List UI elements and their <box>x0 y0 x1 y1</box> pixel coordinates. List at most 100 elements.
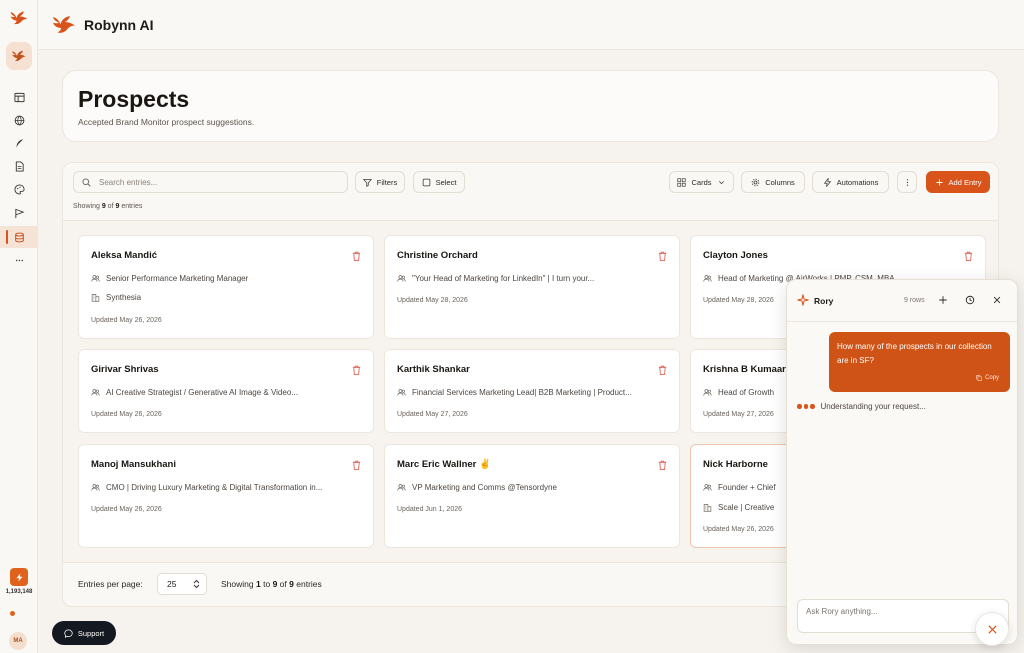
showing-total: 9 <box>115 203 120 210</box>
people-icon <box>91 389 100 396</box>
prospect-updated: Updated May 26, 2026 <box>91 317 162 324</box>
entries-per-page-select[interactable]: 25 <box>157 573 207 595</box>
automations-button[interactable]: Automations <box>812 171 889 193</box>
search-box[interactable] <box>73 171 348 193</box>
user-message-text: How many of the prospects in our collect… <box>837 342 992 365</box>
search-icon <box>82 177 91 187</box>
prospect-title: "Your Head of Marketing for LinkedIn" | … <box>412 274 595 283</box>
building-icon <box>703 504 712 512</box>
nav-globe[interactable] <box>0 109 38 131</box>
credits-button[interactable] <box>10 568 28 586</box>
select-label: Select <box>435 177 457 187</box>
prospect-card[interactable]: Marc Eric Wallner ✌️ VP Marketing and Co… <box>384 444 680 548</box>
credits-count: 1,193,148 <box>5 589 33 595</box>
select-button[interactable]: Select <box>413 171 465 193</box>
prospect-updated: Updated May 27, 2026 <box>397 411 468 418</box>
loading-dots-icon <box>797 404 815 409</box>
view-label: Cards <box>691 177 712 187</box>
vertical-dots-icon <box>906 178 908 186</box>
pagination-range: Showing 1 to 9 of 9 entries <box>221 579 322 589</box>
new-chat-button[interactable] <box>936 293 950 307</box>
assistant-status: Understanding your request... <box>797 402 926 411</box>
prospect-card[interactable]: Christine Orchard "Your Head of Marketin… <box>384 235 680 339</box>
prospect-updated: Updated Jun 1, 2026 <box>397 506 462 513</box>
updown-chevron-icon <box>193 579 200 589</box>
chat-header: Rory 9 rows <box>787 280 1017 322</box>
user-message-bubble: How many of the prospects in our collect… <box>829 332 1010 392</box>
chat-bubble-icon <box>64 629 73 638</box>
filter-icon <box>362 178 372 187</box>
prospect-card[interactable]: Aleksa Mandić Senior Performance Marketi… <box>78 235 374 339</box>
page-subtitle: Accepted Brand Monitor prospect suggesti… <box>78 117 255 127</box>
prospect-title: AI Creative Strategist / Generative AI I… <box>106 388 298 397</box>
people-icon <box>703 275 712 282</box>
prospect-updated: Updated May 27, 2026 <box>703 411 774 418</box>
prospect-updated: Updated May 28, 2026 <box>703 297 774 304</box>
more-icon <box>15 259 23 261</box>
workspace-avatar[interactable] <box>6 42 32 70</box>
nav-flag[interactable] <box>0 202 38 224</box>
prospect-title-row: Senior Performance Marketing Manager <box>91 274 361 283</box>
clock-icon <box>965 295 975 305</box>
columns-button[interactable]: Columns <box>741 171 805 193</box>
prospect-name: Marc Eric Wallner ✌️ <box>397 459 491 470</box>
chat-input[interactable] <box>806 607 976 625</box>
prospect-name: Girivar Shrivas <box>91 364 159 375</box>
support-button[interactable]: Support <box>52 621 116 645</box>
per-page-value: 25 <box>167 579 177 589</box>
showing-suffix: entries <box>121 203 143 210</box>
prospect-card[interactable]: Karthik Shankar Financial Services Marke… <box>384 349 680 433</box>
entries-toolbar: Filters Select Cards Columns Automations… <box>63 163 998 221</box>
copy-message-button[interactable]: Copy <box>976 371 999 385</box>
trash-icon[interactable] <box>964 251 973 261</box>
showing-of: of <box>107 203 114 210</box>
people-icon <box>91 275 100 282</box>
notification-dot <box>10 611 15 616</box>
prospect-company: Scale | Creative <box>718 503 775 512</box>
bolt-icon <box>823 177 831 187</box>
plus-icon <box>939 296 947 304</box>
prospect-title: Senior Performance Marketing Manager <box>106 274 249 283</box>
nav-more[interactable] <box>0 249 38 271</box>
user-avatar[interactable]: MA <box>9 632 27 650</box>
nav-document[interactable] <box>0 155 38 177</box>
history-button[interactable] <box>963 293 977 307</box>
nav-database[interactable] <box>0 226 38 248</box>
rory-chat-panel: Rory 9 rows How many of the prospects in… <box>786 279 1018 645</box>
nav-palette[interactable] <box>0 178 38 200</box>
view-switcher[interactable]: Cards <box>669 171 734 193</box>
trash-icon[interactable] <box>352 365 361 375</box>
trash-icon[interactable] <box>658 251 667 261</box>
robynn-logo-icon[interactable] <box>9 8 29 28</box>
prospect-name: Manoj Mansukhani <box>91 459 176 470</box>
more-options-button[interactable] <box>897 171 917 193</box>
gear-icon <box>751 178 760 186</box>
range-end: 9 <box>272 579 278 589</box>
showing-prefix: Showing <box>73 203 100 210</box>
prospect-card[interactable]: Manoj Mansukhani CMO | Driving Luxury Ma… <box>78 444 374 548</box>
people-icon <box>397 275 406 282</box>
nav-feather[interactable] <box>0 132 38 154</box>
brand-name: Robynn AI <box>84 17 154 33</box>
feather-icon <box>15 138 23 148</box>
trash-icon[interactable] <box>658 460 667 470</box>
columns-label: Columns <box>765 177 795 187</box>
search-input[interactable] <box>99 177 329 187</box>
add-entry-button[interactable]: Add Entry <box>926 171 990 193</box>
close-chat-button[interactable] <box>990 293 1004 307</box>
flag-icon <box>14 208 24 218</box>
prospect-title: VP Marketing and Comms @Tensordyne <box>412 483 557 492</box>
close-chat-fab[interactable] <box>975 612 1009 646</box>
trash-icon[interactable] <box>658 365 667 375</box>
prospect-card[interactable]: Girivar Shrivas AI Creative Strategist /… <box>78 349 374 433</box>
nav-table[interactable] <box>0 86 38 108</box>
range-suffix: entries <box>296 579 322 589</box>
filters-button[interactable]: Filters <box>355 171 405 193</box>
sparkle-icon <box>797 294 809 306</box>
prospect-title: Founder + Chief <box>718 483 776 492</box>
prospect-title-row: "Your Head of Marketing for LinkedIn" | … <box>397 274 667 283</box>
top-bar: Robynn AI <box>38 0 1024 50</box>
trash-icon[interactable] <box>352 251 361 261</box>
trash-icon[interactable] <box>352 460 361 470</box>
chevron-down-icon <box>718 180 724 184</box>
